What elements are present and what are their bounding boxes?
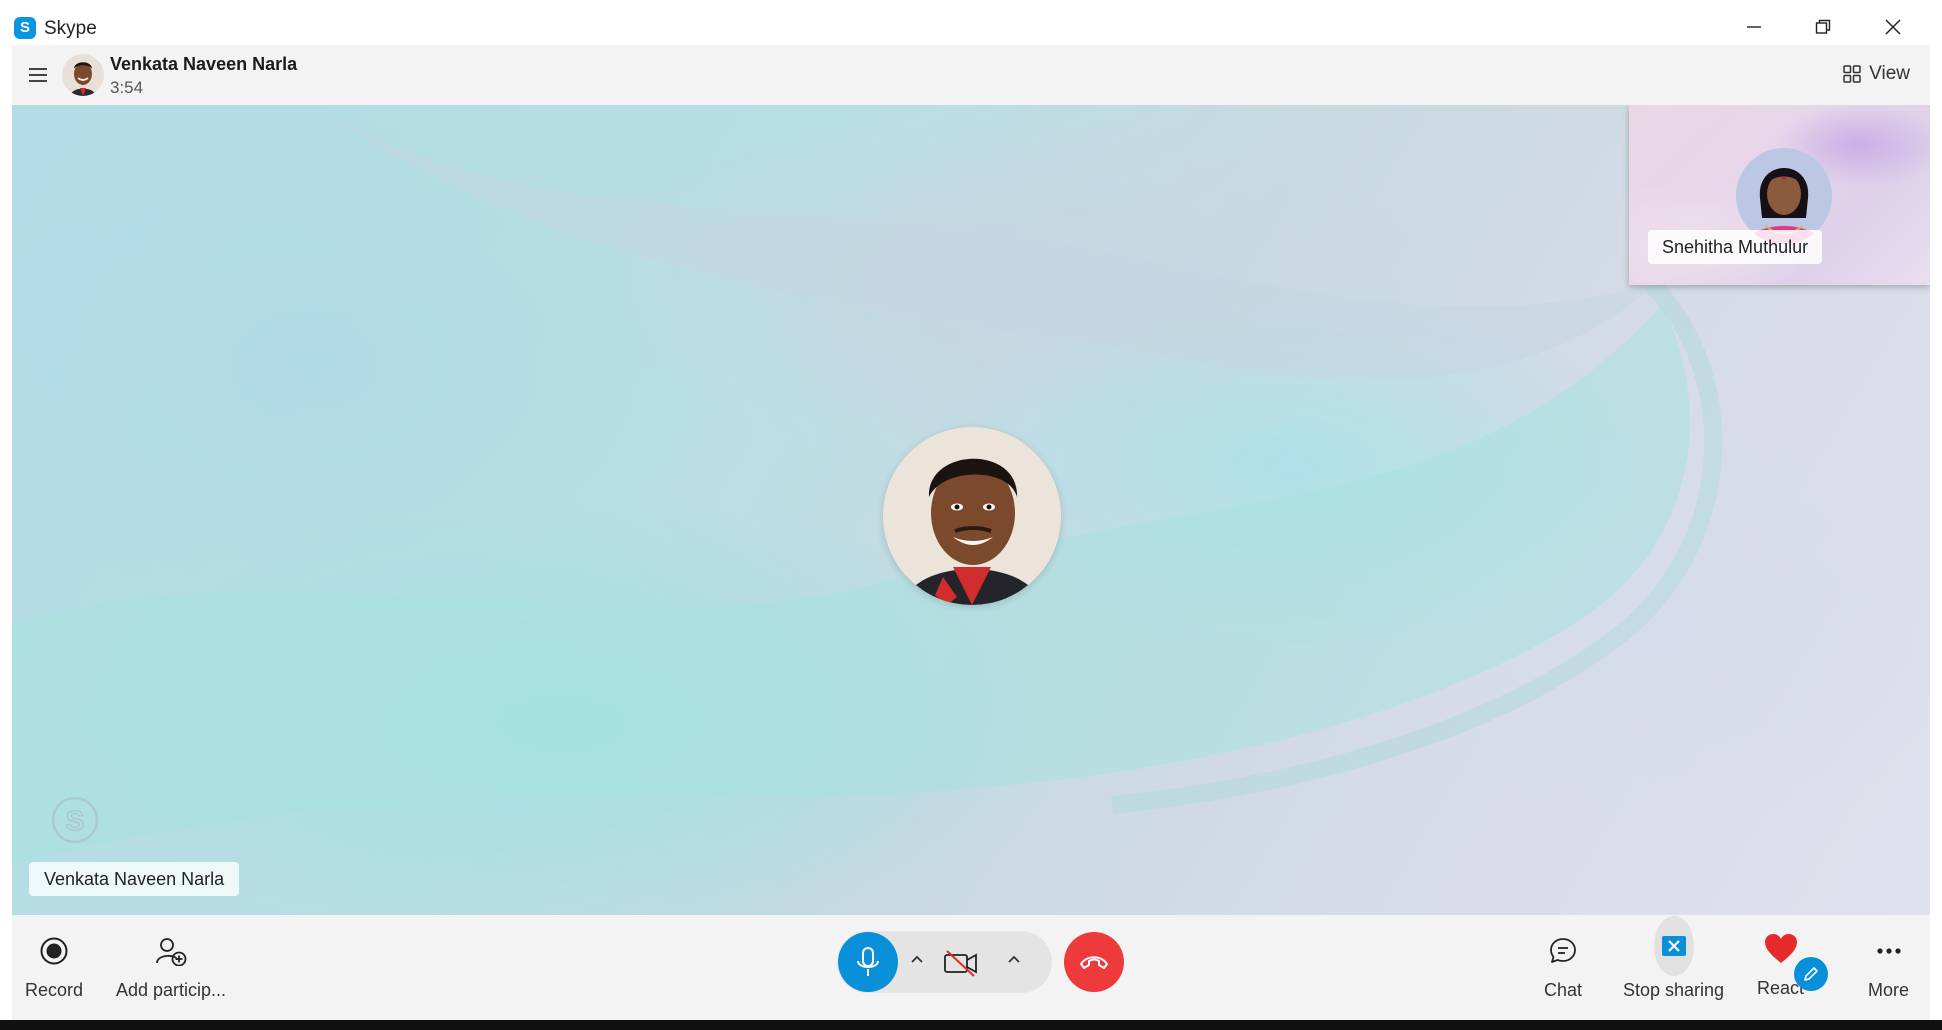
svg-text:S: S: [66, 805, 85, 836]
person-avatar-icon: [62, 54, 104, 96]
minimize-icon: [1747, 26, 1761, 28]
stop-sharing-label: Stop sharing: [1623, 980, 1725, 1000]
close-icon: [1885, 19, 1901, 35]
microphone-icon: [857, 947, 879, 976]
person-avatar-icon: [883, 427, 1061, 605]
hamburger-menu-button[interactable]: [26, 63, 50, 87]
add-person-icon: [156, 938, 187, 966]
view-button[interactable]: View: [1843, 63, 1910, 85]
restore-button[interactable]: [1795, 8, 1851, 46]
heart-icon: [1764, 934, 1797, 963]
camera-off-icon: [944, 950, 977, 977]
call-window: Venkata Naveen Narla 3:54 View S Venkata…: [12, 45, 1930, 1020]
call-toolbar: Record Add particip... Chat Stop sharing…: [12, 915, 1930, 1020]
more-dots-icon: [1876, 948, 1901, 954]
main-participant-avatar: [883, 427, 1061, 605]
end-call-icon: [1080, 956, 1108, 969]
microphone-options-button[interactable]: [906, 948, 928, 970]
camera-button[interactable]: [941, 945, 981, 981]
contact-name: Venkata Naveen Narla: [110, 54, 298, 74]
chevron-up-icon: [911, 955, 923, 963]
record-button[interactable]: Record: [25, 931, 83, 1001]
record-icon: [40, 937, 68, 965]
call-duration: 3:54: [110, 78, 144, 97]
skype-logo-icon: S: [14, 17, 36, 39]
contact-avatar[interactable]: [62, 54, 104, 96]
pencil-icon: [1804, 967, 1818, 981]
chat-icon: [1550, 938, 1576, 963]
chat-button[interactable]: Chat: [1543, 931, 1583, 1001]
record-label: Record: [25, 980, 84, 1000]
call-header: Venkata Naveen Narla 3:54 View: [12, 45, 1930, 105]
main-participant-name-label: Venkata Naveen Narla: [29, 862, 240, 896]
taskbar-edge: [0, 1020, 1942, 1030]
app-title: Skype: [44, 18, 97, 39]
more-label: More: [1868, 980, 1910, 1000]
close-button[interactable]: [1865, 8, 1921, 46]
stop-sharing-button[interactable]: Stop sharing: [1623, 916, 1725, 1001]
camera-options-button[interactable]: [1003, 948, 1025, 970]
view-label: View: [1869, 63, 1910, 84]
add-participants-label: Add particip...: [116, 980, 227, 1000]
chevron-up-icon: [1008, 955, 1020, 963]
minimize-button[interactable]: [1726, 8, 1782, 46]
microphone-button[interactable]: [838, 932, 898, 992]
stop-sharing-circle: [1653, 916, 1694, 976]
grid-view-icon: [1843, 65, 1861, 83]
skype-watermark-icon: S: [51, 796, 99, 844]
call-stage: S Venkata Naveen Narla Snehitha Muthulur: [12, 105, 1930, 915]
add-participants-button[interactable]: Add particip...: [116, 931, 226, 1001]
edit-button[interactable]: [1794, 957, 1828, 991]
stop-sharing-icon: [1661, 936, 1686, 956]
chat-label: Chat: [1543, 980, 1583, 1000]
more-button[interactable]: More: [1868, 931, 1909, 1001]
end-call-button[interactable]: [1064, 932, 1124, 992]
restore-icon: [1815, 19, 1831, 34]
hamburger-menu-icon: [29, 68, 47, 82]
thumbnail-participant-name-label: Snehitha Muthulur: [1648, 230, 1823, 264]
self-view-thumbnail[interactable]: Snehitha Muthulur: [1629, 105, 1930, 285]
